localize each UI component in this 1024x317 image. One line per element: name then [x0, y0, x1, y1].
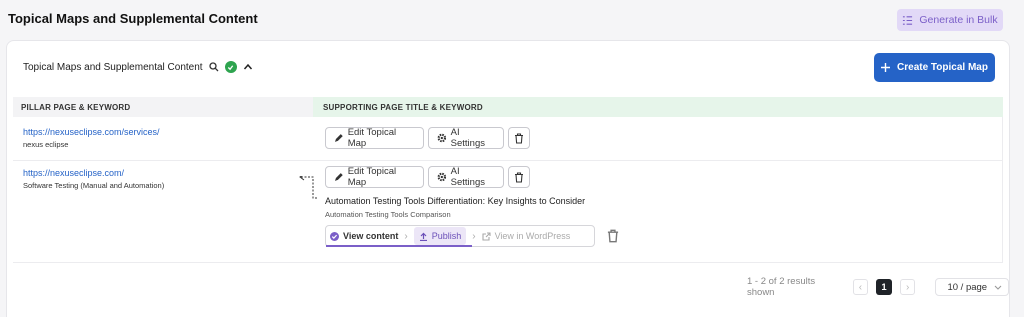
edit-topical-map-label: Edit Topical Map [347, 127, 397, 149]
view-content-step[interactable]: View content [330, 231, 398, 241]
edit-topical-map-button[interactable]: Edit Topical Map [325, 127, 424, 149]
external-link-icon [482, 231, 491, 241]
create-topical-map-label: Create Topical Map [897, 62, 988, 73]
ai-settings-button[interactable]: AI Settings [428, 166, 504, 188]
pillar-keyword: nexus eclipse [23, 140, 69, 149]
view-in-wordpress-label: View in WordPress [494, 231, 571, 241]
trash-icon[interactable] [606, 229, 620, 243]
publish-label: Publish [431, 231, 462, 241]
card-title: Topical Maps and Supplemental Content [23, 61, 203, 73]
ai-settings-label: AI Settings [450, 166, 485, 188]
supporting-page-title: Automation Testing Tools Differentiation… [325, 196, 586, 206]
check-circle-icon [224, 61, 237, 73]
prev-page-button[interactable]: ‹ [852, 279, 869, 295]
card-header: Topical Maps and Supplemental Content [23, 61, 254, 73]
ai-settings-button[interactable]: AI Settings [428, 127, 504, 149]
generate-in-bulk-button[interactable]: Generate in Bulk [897, 9, 1003, 31]
plus-icon [881, 63, 891, 72]
pillar-url-link[interactable]: https://nexuseclipse.com/services/ [23, 127, 160, 137]
table-row: https://nexuseclipse.com/ Software Testi… [13, 161, 1003, 263]
gear-icon [437, 172, 447, 182]
view-in-wordpress-button[interactable]: View in WordPress [482, 231, 571, 241]
page-size-select[interactable]: 10 / page [935, 278, 1009, 296]
edit-topical-map-button[interactable]: Edit Topical Map [325, 166, 424, 188]
upload-icon [419, 232, 427, 241]
create-topical-map-button[interactable]: Create Topical Map [874, 53, 995, 82]
edit-topical-map-label: Edit Topical Map [347, 166, 397, 188]
supporting-keyword: Automation Testing Tools Comparison [325, 210, 451, 219]
chevron-right-icon: › [472, 230, 476, 242]
pillar-keyword: Software Testing (Manual and Automation) [23, 181, 165, 190]
delete-button[interactable] [508, 166, 530, 188]
chevron-down-icon [994, 285, 1002, 290]
trash-icon [515, 171, 523, 183]
page-size-label: 10 / page [947, 281, 988, 293]
content-workflow: View content › Publish › View in WordPre… [325, 225, 595, 247]
gear-icon [437, 133, 447, 143]
publish-button[interactable]: Publish [413, 227, 467, 245]
results-summary: 1 - 2 of 2 results shown [747, 276, 816, 298]
pencil-icon [334, 134, 343, 142]
chevron-right-icon: › [404, 230, 408, 242]
column-header-pillar: PILLAR PAGE & KEYWORD [13, 97, 313, 117]
ai-settings-label: AI Settings [450, 127, 485, 149]
column-header-supporting: SUPPORTING PAGE TITLE & KEYWORD [313, 97, 1003, 117]
view-content-label: View content [343, 231, 399, 241]
page-title: Topical Maps and Supplemental Content [8, 11, 258, 26]
list-icon [903, 15, 913, 25]
link-arrow-icon [299, 176, 317, 199]
check-circle-icon [330, 231, 339, 241]
table-row: https://nexuseclipse.com/services/ nexus… [13, 117, 1003, 161]
delete-button[interactable] [508, 127, 530, 149]
trash-icon [515, 132, 523, 144]
search-icon[interactable] [208, 61, 220, 73]
pencil-icon [334, 173, 343, 181]
generate-in-bulk-label: Generate in Bulk [919, 14, 998, 26]
topical-maps-card: Topical Maps and Supplemental Content Cr… [6, 40, 1010, 317]
chevron-up-icon[interactable] [242, 61, 254, 73]
pagination: 1 - 2 of 2 results shown ‹ 1 › 10 / page [747, 276, 1009, 298]
table-header: PILLAR PAGE & KEYWORD SUPPORTING PAGE TI… [13, 97, 1003, 117]
next-page-button[interactable]: › [899, 279, 916, 295]
page-number-button[interactable]: 1 [876, 279, 892, 295]
pillar-url-link[interactable]: https://nexuseclipse.com/ [23, 168, 164, 178]
